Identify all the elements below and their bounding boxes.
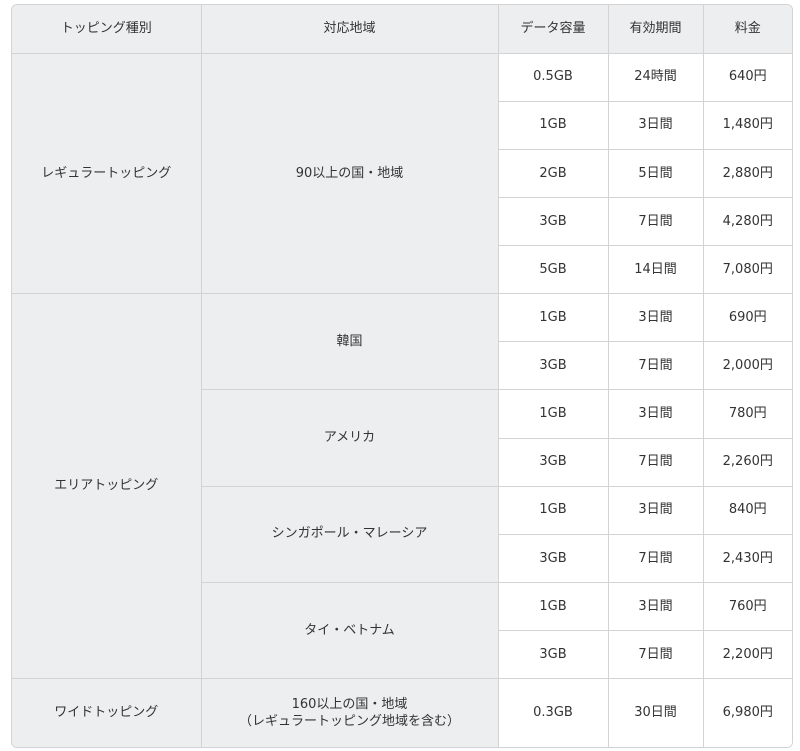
data-capacity-cell: 1GB: [497, 100, 609, 150]
table-row: ワイドトッピング 160以上の国・地域 （レギュラートッピング地域を含む） 0.3GB…: [12, 678, 792, 747]
region-cell: 90以上の国・地域: [200, 52, 499, 295]
table-header: トッピング種別 対応地域 データ容量 有効期間 料金: [12, 5, 792, 54]
topping-type-cell: レギュラートッピング: [12, 52, 202, 295]
validity-period-cell: 7日間: [607, 341, 704, 391]
price-cell: 6,980円: [702, 678, 792, 747]
validity-period-cell: 5日間: [607, 148, 704, 198]
price-cell: 840円: [702, 485, 792, 535]
price-cell: 2,430円: [702, 533, 792, 583]
validity-period-cell: 7日間: [607, 533, 704, 583]
header-region: 対応地域: [200, 5, 499, 54]
topping-type-cell: エリアトッピング: [12, 293, 202, 680]
region-cell: アメリカ: [200, 389, 499, 487]
validity-period-cell: 30日間: [607, 678, 704, 747]
data-capacity-cell: 0.5GB: [497, 52, 609, 102]
data-capacity-cell: 3GB: [497, 533, 609, 583]
header-price: 料金: [702, 5, 792, 54]
header-row: トッピング種別 対応地域 データ容量 有効期間 料金: [12, 5, 792, 54]
price-cell: 7,080円: [702, 244, 792, 295]
data-capacity-cell: 1GB: [497, 389, 609, 439]
price-cell: 4,280円: [702, 196, 792, 247]
data-capacity-cell: 3GB: [497, 196, 609, 247]
data-capacity-cell: 1GB: [497, 581, 609, 632]
validity-period-cell: 3日間: [607, 485, 704, 535]
price-cell: 780円: [702, 389, 792, 439]
region-name: シンガポール・マレーシア: [271, 526, 428, 542]
region-cell: シンガポール・マレーシア: [200, 485, 499, 583]
validity-period-cell: 7日間: [607, 437, 704, 487]
validity-period-cell: 3日間: [607, 581, 704, 632]
validity-period-cell: 3日間: [607, 389, 704, 439]
data-capacity-cell: 3GB: [497, 341, 609, 391]
data-capacity-cell: 3GB: [497, 437, 609, 487]
table-row: エリアトッピング 韓国 1GB 3日間 690円: [12, 293, 792, 680]
validity-period-cell: 24時間: [607, 52, 704, 102]
topping-type-cell: ワイドトッピング: [12, 678, 202, 747]
region-cell: 韓国: [200, 293, 499, 391]
region-name: 160以上の国・地域: [291, 696, 408, 712]
validity-period-cell: 14日間: [607, 244, 704, 295]
region-name: タイ・ベトナム: [304, 622, 395, 638]
table-body: レギュラートッピング 90以上の国・地域 0.5GB 24時間 640円 1GB 3日間 1,…: [12, 52, 792, 747]
data-capacity-cell: 1GB: [497, 293, 609, 343]
data-capacity-cell: 2GB: [497, 148, 609, 198]
price-cell: 1,480円: [702, 100, 792, 150]
data-capacity-cell: 1GB: [497, 485, 609, 535]
price-cell: 2,200円: [702, 629, 792, 680]
region-name: 90以上の国・地域: [295, 165, 404, 181]
pricing-table-container: トッピング種別 対応地域 データ容量 有効期間 料金 レギュラートッピング 90以…: [11, 4, 793, 748]
price-cell: 2,000円: [702, 341, 792, 391]
region-note: （レギュラートッピング地域を含む）: [238, 714, 460, 730]
header-topping-type: トッピング種別: [12, 5, 202, 54]
data-capacity-cell: 0.3GB: [497, 678, 609, 747]
validity-period-cell: 3日間: [607, 100, 704, 150]
data-capacity-cell: 3GB: [497, 629, 609, 680]
validity-period-cell: 7日間: [607, 196, 704, 247]
price-cell: 760円: [702, 581, 792, 632]
table-row: レギュラートッピング 90以上の国・地域 0.5GB 24時間 640円: [12, 52, 792, 295]
price-cell: 640円: [702, 52, 792, 102]
price-cell: 690円: [702, 293, 792, 343]
topping-pricing-table: トッピング種別 対応地域 データ容量 有効期間 料金 レギュラートッピング 90以…: [12, 5, 792, 747]
region-cell: タイ・ベトナム: [200, 581, 499, 680]
region-cell: 160以上の国・地域 （レギュラートッピング地域を含む）: [200, 678, 499, 747]
data-capacity-cell: 5GB: [497, 244, 609, 295]
validity-period-cell: 7日間: [607, 629, 704, 680]
region-name: 韓国: [336, 333, 363, 349]
region-name: アメリカ: [323, 430, 376, 446]
price-cell: 2,880円: [702, 148, 792, 198]
validity-period-cell: 3日間: [607, 293, 704, 343]
price-cell: 2,260円: [702, 437, 792, 487]
header-validity-period: 有効期間: [607, 5, 704, 54]
header-data-capacity: データ容量: [497, 5, 609, 54]
